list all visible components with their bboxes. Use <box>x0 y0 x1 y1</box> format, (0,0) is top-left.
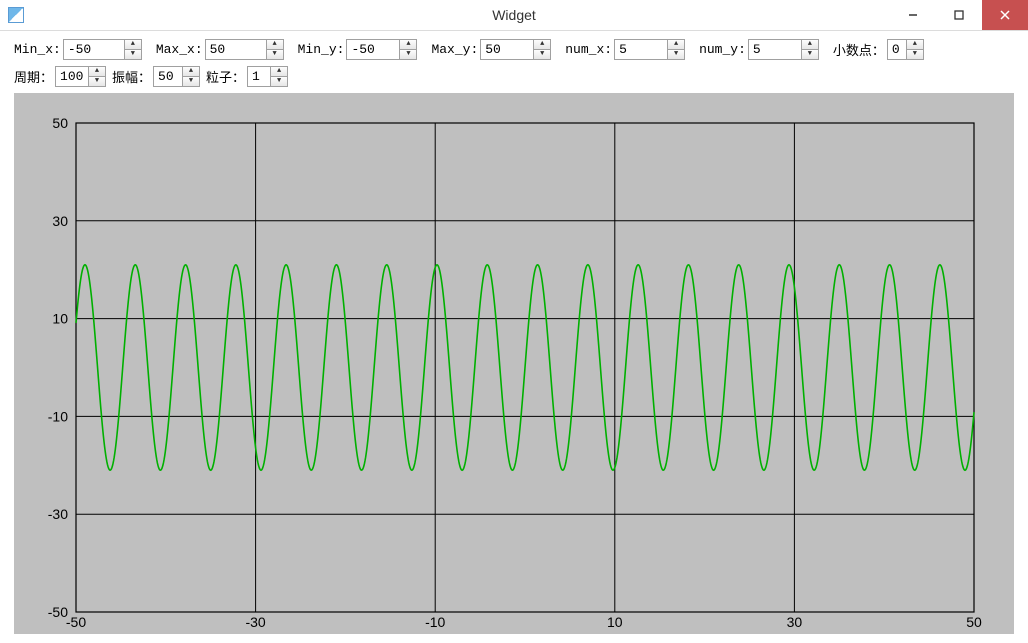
spin-down-icon[interactable]: ▼ <box>267 49 283 59</box>
label-min-x: Min_x: <box>14 42 61 57</box>
svg-text:-50: -50 <box>66 614 86 630</box>
window-title: Widget <box>0 7 1028 23</box>
input-max-y[interactable] <box>481 40 533 59</box>
spin-min-y[interactable]: ▲▼ <box>346 39 417 60</box>
minimize-button[interactable] <box>890 0 936 30</box>
param-row-2: 周期： ▲▼ 振幅： ▲▼ 粒子： ▲▼ <box>14 66 1014 87</box>
input-amplitude[interactable] <box>154 67 182 86</box>
svg-text:50: 50 <box>52 115 68 131</box>
svg-text:10: 10 <box>52 311 68 327</box>
svg-text:-10: -10 <box>48 408 68 424</box>
spin-up-icon[interactable]: ▲ <box>125 40 141 49</box>
label-max-x: Max_x: <box>156 42 203 57</box>
maximize-button[interactable] <box>936 0 982 30</box>
spin-down-icon[interactable]: ▼ <box>89 76 105 86</box>
label-decimals: 小数点： <box>833 40 885 59</box>
label-amplitude: 振幅： <box>112 67 151 86</box>
input-min-x[interactable] <box>64 40 124 59</box>
label-particle: 粒子： <box>206 67 245 86</box>
input-num-y[interactable] <box>749 40 801 59</box>
svg-text:-30: -30 <box>48 506 68 522</box>
spin-num-y[interactable]: ▲▼ <box>748 39 819 60</box>
spin-up-icon[interactable]: ▲ <box>183 67 199 76</box>
spin-up-icon[interactable]: ▲ <box>802 40 818 49</box>
spin-max-y[interactable]: ▲▼ <box>480 39 551 60</box>
spin-down-icon[interactable]: ▼ <box>183 76 199 86</box>
spin-down-icon[interactable]: ▼ <box>271 76 287 86</box>
spin-down-icon[interactable]: ▼ <box>668 49 684 59</box>
label-num-x: num_x: <box>565 42 612 57</box>
svg-text:-10: -10 <box>425 614 445 630</box>
svg-text:-30: -30 <box>245 614 265 630</box>
input-decimals[interactable] <box>888 40 906 59</box>
label-min-y: Min_y: <box>298 42 345 57</box>
spin-decimals[interactable]: ▲▼ <box>887 39 924 60</box>
minimize-icon <box>908 10 918 20</box>
spin-period[interactable]: ▲▼ <box>55 66 106 87</box>
label-max-y: Max_y: <box>431 42 478 57</box>
svg-text:50: 50 <box>966 614 982 630</box>
svg-text:30: 30 <box>52 213 68 229</box>
plot-area: -50 -30 -10 10 30 50 -50 -30 -10 10 30 50 <box>14 93 1014 634</box>
spin-amplitude[interactable]: ▲▼ <box>153 66 200 87</box>
svg-text:-50: -50 <box>48 604 68 620</box>
spin-down-icon[interactable]: ▼ <box>400 49 416 59</box>
maximize-icon <box>954 10 964 20</box>
window-controls <box>890 0 1028 30</box>
spin-num-x[interactable]: ▲▼ <box>614 39 685 60</box>
param-row-1: Min_x: ▲▼ Max_x: ▲▼ Min_y: ▲▼ Max_y: ▲▼ … <box>14 39 1014 60</box>
svg-text:30: 30 <box>787 614 803 630</box>
svg-text:10: 10 <box>607 614 623 630</box>
label-period: 周期： <box>14 67 53 86</box>
spin-particle[interactable]: ▲▼ <box>247 66 288 87</box>
spin-up-icon[interactable]: ▲ <box>89 67 105 76</box>
input-period[interactable] <box>56 67 88 86</box>
spin-up-icon[interactable]: ▲ <box>267 40 283 49</box>
spin-max-x[interactable]: ▲▼ <box>205 39 284 60</box>
spin-down-icon[interactable]: ▼ <box>125 49 141 59</box>
close-button[interactable] <box>982 0 1028 30</box>
plot-svg: -50 -30 -10 10 30 50 -50 -30 -10 10 30 50 <box>14 93 1014 634</box>
spin-up-icon[interactable]: ▲ <box>668 40 684 49</box>
spin-min-x[interactable]: ▲▼ <box>63 39 142 60</box>
label-num-y: num_y: <box>699 42 746 57</box>
spin-up-icon[interactable]: ▲ <box>400 40 416 49</box>
close-icon <box>1000 10 1010 20</box>
input-max-x[interactable] <box>206 40 266 59</box>
input-num-x[interactable] <box>615 40 667 59</box>
spin-down-icon[interactable]: ▼ <box>802 49 818 59</box>
titlebar: Widget <box>0 0 1028 31</box>
content-area: Min_x: ▲▼ Max_x: ▲▼ Min_y: ▲▼ Max_y: ▲▼ … <box>0 31 1028 643</box>
spin-up-icon[interactable]: ▲ <box>271 67 287 76</box>
spin-up-icon[interactable]: ▲ <box>534 40 550 49</box>
spin-down-icon[interactable]: ▼ <box>534 49 550 59</box>
spin-down-icon[interactable]: ▼ <box>907 49 923 59</box>
app-icon <box>8 7 24 23</box>
spin-up-icon[interactable]: ▲ <box>907 40 923 49</box>
input-min-y[interactable] <box>347 40 399 59</box>
input-particle[interactable] <box>248 67 270 86</box>
